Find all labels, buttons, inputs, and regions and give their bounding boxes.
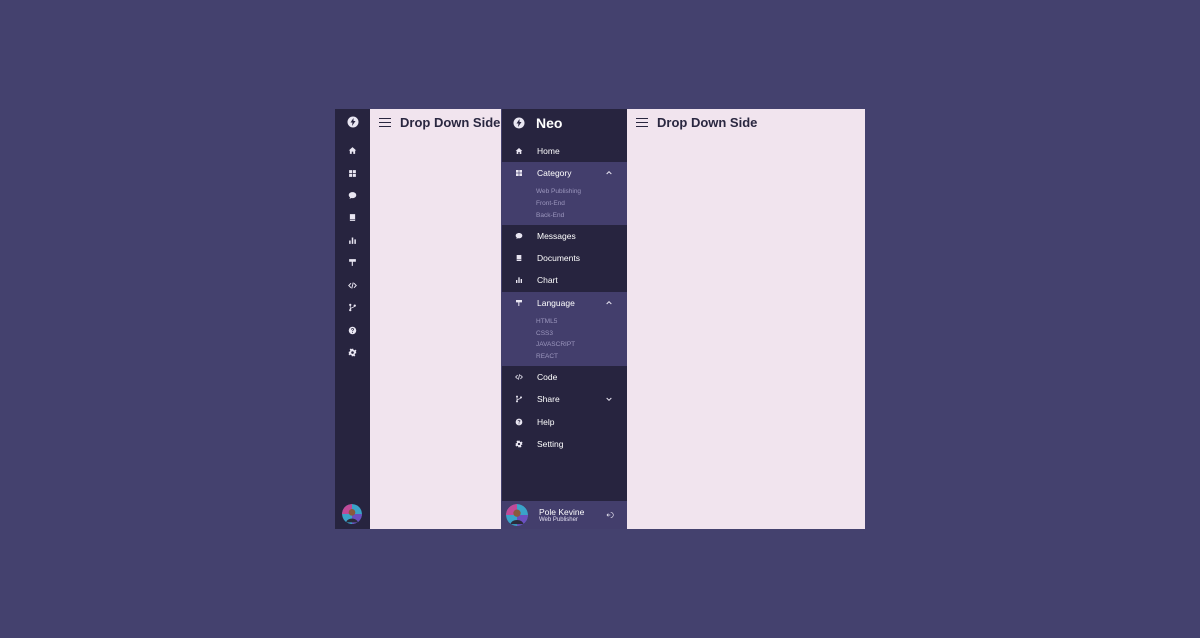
sidebar-item-label: Home xyxy=(537,146,560,156)
submenu-item-html5[interactable]: HTML5 xyxy=(536,318,557,325)
setting-icon xyxy=(515,440,523,448)
avatar[interactable] xyxy=(342,504,362,524)
bolt-icon xyxy=(513,117,525,129)
sidebar-item-chart[interactable]: Chart xyxy=(502,271,627,289)
help-icon xyxy=(515,418,523,426)
sidebar-item-label: Chart xyxy=(537,275,558,285)
language-group: Language HTML5 CSS3 JAVASCRIPT REACT xyxy=(502,292,627,366)
sidebar-item-share[interactable]: Share xyxy=(502,390,627,408)
submenu-item-react[interactable]: REACT xyxy=(536,353,558,360)
chart-icon[interactable] xyxy=(348,236,357,245)
sidebar-item-help[interactable]: Help xyxy=(502,413,627,431)
submenu-item-web-publishing[interactable]: Web Publishing xyxy=(536,188,581,195)
sidebar-item-label: Help xyxy=(537,417,555,427)
code-icon xyxy=(515,373,523,381)
brand-name: Neo xyxy=(536,115,563,131)
category-icon[interactable] xyxy=(348,169,357,178)
sidebar-item-label: Category xyxy=(537,168,572,178)
expanded-sidebar: Neo Home Category Web Publishing Front-E… xyxy=(502,109,627,529)
documents-icon xyxy=(515,254,523,262)
chevron-up-icon[interactable] xyxy=(605,169,613,177)
content-area-right: Drop Down Side xyxy=(627,109,865,529)
page-title: Drop Down Side xyxy=(657,114,758,130)
sidebar-item-label: Code xyxy=(537,372,558,382)
help-icon[interactable] xyxy=(348,326,357,335)
submenu-item-back-end[interactable]: Back-End xyxy=(536,212,564,219)
code-icon[interactable] xyxy=(348,281,357,290)
sidebar-item-home[interactable]: Home xyxy=(502,142,627,160)
chevron-up-icon[interactable] xyxy=(605,299,613,307)
brand[interactable]: Neo xyxy=(513,115,562,131)
language-icon[interactable] xyxy=(348,258,357,267)
submenu-item-css3[interactable]: CSS3 xyxy=(536,330,553,337)
logout-icon[interactable] xyxy=(606,511,614,519)
user-name: Pole Kevine xyxy=(539,507,585,517)
share-icon[interactable] xyxy=(348,303,357,312)
sidebar-item-messages[interactable]: Messages xyxy=(502,227,627,245)
messages-icon xyxy=(515,232,523,240)
sidebar-item-language[interactable]: Language xyxy=(502,294,627,312)
sidebar-item-label: Setting xyxy=(537,439,564,449)
share-icon xyxy=(515,395,523,403)
setting-icon[interactable] xyxy=(348,348,357,357)
sidebar-item-label: Share xyxy=(537,394,560,404)
sidebar-item-label: Messages xyxy=(537,231,576,241)
profile-footer: Pole Kevine Web Publisher xyxy=(502,501,627,529)
content-header: Drop Down Side xyxy=(627,109,865,135)
content-area-left: Drop Down Side xyxy=(370,109,501,529)
sidebar-item-label: Language xyxy=(537,298,575,308)
sidebar-item-code[interactable]: Code xyxy=(502,368,627,386)
collapsed-sidebar xyxy=(335,109,370,529)
page-title: Drop Down Side xyxy=(400,114,501,130)
sidebar-item-category[interactable]: Category xyxy=(502,164,627,182)
submenu-item-javascript[interactable]: JAVASCRIPT xyxy=(536,341,575,348)
sidebar-item-label: Documents xyxy=(537,253,580,263)
sidebar-item-documents[interactable]: Documents xyxy=(502,249,627,267)
menu-toggle-icon[interactable] xyxy=(379,117,391,128)
chart-icon xyxy=(515,276,523,284)
messages-icon[interactable] xyxy=(348,191,357,200)
language-icon xyxy=(515,299,523,307)
menu-toggle-icon[interactable] xyxy=(636,117,648,128)
category-group: Category Web Publishing Front-End Back-E… xyxy=(502,162,627,225)
avatar[interactable] xyxy=(506,504,528,526)
home-icon[interactable] xyxy=(348,146,357,155)
home-icon xyxy=(515,147,523,155)
sidebar-item-setting[interactable]: Setting xyxy=(502,435,627,453)
documents-icon[interactable] xyxy=(348,213,357,222)
user-role: Web Publisher xyxy=(539,517,578,523)
content-header: Drop Down Side xyxy=(370,109,501,135)
submenu-item-front-end[interactable]: Front-End xyxy=(536,200,565,207)
bolt-icon[interactable] xyxy=(347,116,359,128)
chevron-down-icon[interactable] xyxy=(605,395,613,403)
category-icon xyxy=(515,169,523,177)
